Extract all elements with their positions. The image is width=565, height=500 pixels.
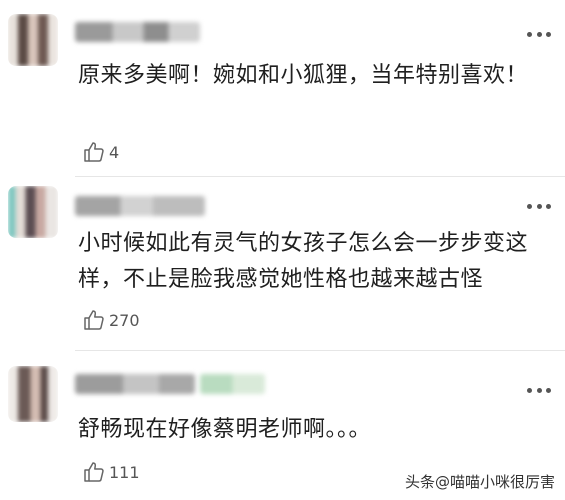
badge-blurred bbox=[200, 374, 265, 394]
watermark-user: @喵喵小咪很厉害 bbox=[434, 473, 555, 491]
watermark-logo: 头条 bbox=[404, 473, 435, 491]
username-blurred[interactable] bbox=[75, 374, 195, 394]
more-dot bbox=[536, 387, 542, 393]
comment-item: 舒畅现在好像蔡明老师啊。。。 111 bbox=[0, 0, 565, 500]
like-count: 111 bbox=[109, 462, 140, 482]
thumbs-up-icon bbox=[84, 462, 104, 482]
more-dot bbox=[546, 387, 551, 393]
watermark: 头条 @喵喵小咪很厉害 bbox=[405, 471, 555, 492]
like-button[interactable]: 111 bbox=[82, 460, 140, 484]
avatar[interactable] bbox=[8, 366, 58, 422]
more-options-button[interactable] bbox=[527, 380, 551, 400]
more-dot bbox=[527, 387, 532, 393]
comment-text: 舒畅现在好像蔡明老师啊。。。 bbox=[78, 417, 372, 442]
